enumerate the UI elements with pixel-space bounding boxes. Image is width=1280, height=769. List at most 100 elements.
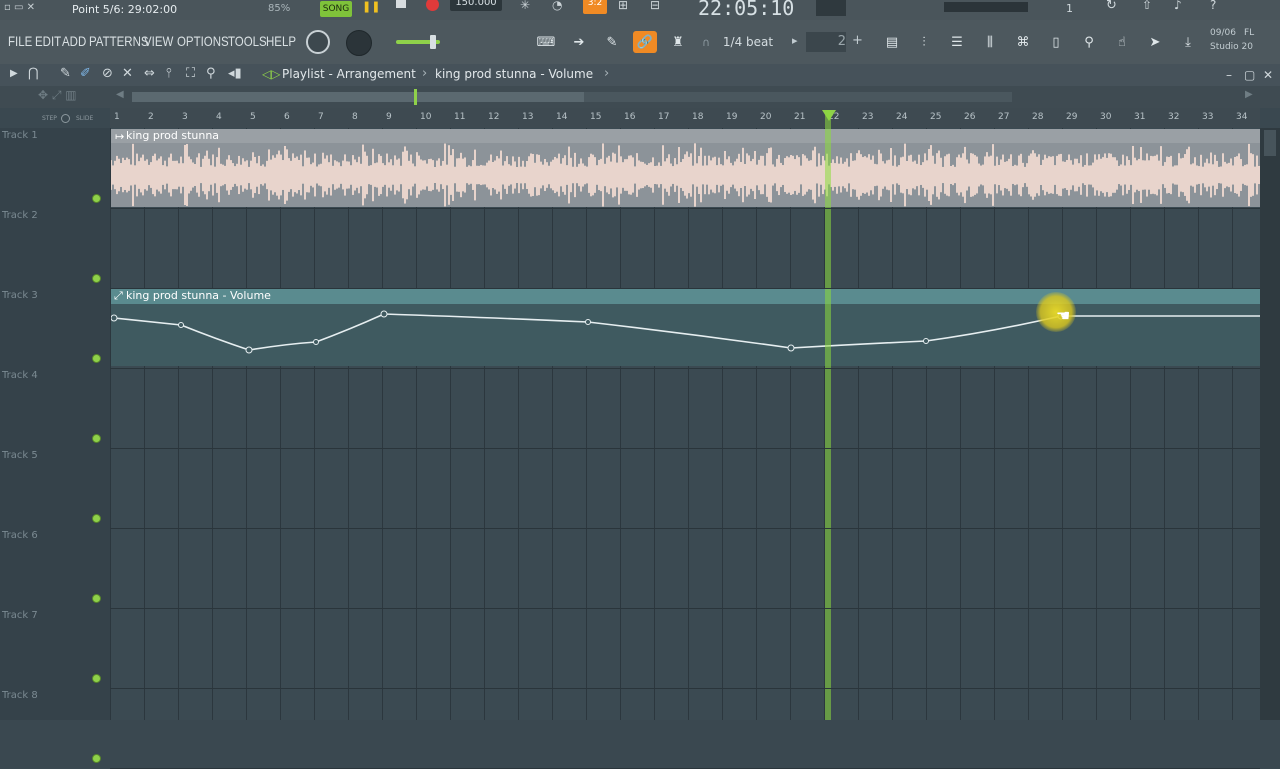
playlist-icon[interactable]: ▤ bbox=[880, 31, 904, 53]
arrangement-grid[interactable] bbox=[110, 128, 1260, 720]
automation-point[interactable] bbox=[787, 344, 795, 352]
menu-tools[interactable]: TOOLS bbox=[228, 33, 267, 49]
refresh-icon[interactable]: ↻ bbox=[1106, 0, 1117, 13]
loop-record-icon[interactable]: ⊟ bbox=[650, 0, 660, 12]
step-toggle[interactable] bbox=[61, 114, 70, 123]
automation-curve[interactable] bbox=[111, 304, 1260, 366]
up-arrow-icon[interactable]: ⇧ bbox=[1142, 0, 1152, 12]
pause-button[interactable]: ❚❚ bbox=[362, 0, 380, 13]
close-icon[interactable]: ✕ bbox=[1263, 68, 1273, 82]
speaker-icon[interactable]: ➤ bbox=[1143, 31, 1167, 53]
track-enable-dot[interactable] bbox=[92, 274, 101, 283]
zoom-tool-icon[interactable]: ⚲ bbox=[206, 66, 216, 81]
track-enable-dot[interactable] bbox=[92, 514, 101, 523]
help-icon[interactable]: ? bbox=[1210, 0, 1216, 12]
record-button[interactable] bbox=[426, 0, 439, 11]
menu-options[interactable]: OPTIONS bbox=[177, 33, 229, 49]
vertical-scrollbar[interactable] bbox=[1260, 128, 1280, 720]
breadcrumb-root[interactable]: Playlist - Arrangement bbox=[282, 67, 416, 81]
menu-patterns[interactable]: PATTERNS bbox=[89, 33, 149, 49]
download-icon[interactable]: ⤓ bbox=[1176, 31, 1200, 53]
breadcrumb-back-icon[interactable]: ◁▷ bbox=[262, 67, 280, 81]
scroll-right-button[interactable]: ▶ bbox=[1245, 89, 1253, 100]
track-label[interactable]: Track 8 bbox=[2, 690, 38, 701]
step-value-display[interactable]: 2 bbox=[806, 32, 846, 52]
mic-icon[interactable]: ♪ bbox=[1174, 0, 1182, 12]
automation-tension-point[interactable] bbox=[923, 338, 929, 344]
track-enable-dot[interactable] bbox=[92, 354, 101, 363]
automation-point[interactable] bbox=[245, 346, 253, 354]
browser-icon[interactable]: ⌘ bbox=[1011, 31, 1035, 53]
song-position-marker[interactable] bbox=[414, 89, 417, 105]
metronome-icon[interactable]: ✳ bbox=[520, 0, 530, 12]
pattern-number[interactable]: 1 bbox=[1066, 2, 1073, 15]
automation-tension-point[interactable] bbox=[313, 339, 319, 345]
mute-tool-icon[interactable]: ✕ bbox=[122, 66, 133, 81]
file-icon[interactable]: ▯ bbox=[1044, 31, 1068, 53]
mixer-icon[interactable]: ⫼ bbox=[978, 31, 1002, 53]
magnet-icon[interactable]: ⋂ bbox=[28, 66, 39, 81]
playback-tool-icon[interactable]: ◂▮ bbox=[228, 66, 242, 81]
draw-icon[interactable]: ✎ bbox=[600, 31, 624, 53]
slip-tool-icon[interactable]: ⇔ bbox=[144, 66, 155, 81]
menu-add[interactable]: ADD bbox=[62, 33, 86, 49]
master-pitch-knob[interactable] bbox=[346, 30, 372, 56]
track-label[interactable]: Track 7 bbox=[2, 610, 38, 621]
track-label[interactable]: Track 5 bbox=[2, 450, 38, 461]
minimize-icon[interactable]: – bbox=[1226, 68, 1232, 82]
track-enable-dot[interactable] bbox=[92, 194, 101, 203]
automation-point[interactable] bbox=[111, 314, 118, 322]
track-enable-dot[interactable] bbox=[92, 674, 101, 683]
track-label[interactable]: Track 6 bbox=[2, 530, 38, 541]
track-label[interactable]: Track 1 bbox=[2, 130, 38, 141]
menu-help[interactable]: HELP bbox=[266, 33, 296, 49]
menu-edit[interactable]: EDIT bbox=[35, 33, 61, 49]
paint-tool-icon[interactable]: ✐ bbox=[80, 66, 91, 81]
menu-view[interactable]: VIEW bbox=[144, 33, 173, 49]
track-enable-dot[interactable] bbox=[92, 434, 101, 443]
select-tool-icon[interactable]: ⛶ bbox=[186, 66, 195, 81]
touch-icon[interactable]: ☝ bbox=[1110, 31, 1134, 53]
automation-point[interactable] bbox=[380, 310, 388, 318]
timeline-ruler[interactable] bbox=[110, 108, 1260, 129]
snap-selector[interactable]: 1/4 beat bbox=[714, 32, 782, 52]
pencil-tool-icon[interactable]: ✎ bbox=[60, 66, 71, 81]
blend-notes-icon[interactable]: ⊞ bbox=[618, 0, 628, 12]
link-icon[interactable]: 🔗 bbox=[633, 31, 657, 53]
breadcrumb-item[interactable]: king prod stunna - Volume bbox=[435, 67, 593, 81]
scroll-left-button[interactable]: ◀ bbox=[116, 89, 124, 100]
step-next-button[interactable]: + bbox=[852, 33, 863, 48]
menu-file[interactable]: FILE bbox=[8, 33, 32, 49]
window-controls-icon[interactable]: ▫ ▭ ✕ bbox=[4, 2, 35, 13]
tempo-display[interactable]: 150.000 bbox=[450, 0, 502, 11]
master-slider-handle[interactable] bbox=[430, 35, 436, 49]
track-enable-dot[interactable] bbox=[92, 754, 101, 763]
track-label[interactable]: Track 2 bbox=[2, 210, 38, 221]
audio-clip-header[interactable] bbox=[111, 129, 1260, 143]
countdown-button[interactable]: 3:2 bbox=[583, 0, 607, 14]
delete-tool-icon[interactable]: ⊘ bbox=[102, 66, 113, 81]
track-label[interactable]: Track 3 bbox=[2, 290, 38, 301]
horizontal-scroll-thumb[interactable] bbox=[132, 92, 584, 102]
zoom-handle-icon[interactable]: ✥ ⤢ ▥ bbox=[38, 88, 77, 103]
master-volume-knob[interactable] bbox=[306, 30, 330, 54]
maximize-icon[interactable]: ▢ bbox=[1244, 68, 1255, 82]
wait-input-icon[interactable]: ◔ bbox=[552, 0, 562, 12]
stop-button[interactable] bbox=[396, 0, 406, 8]
step-prev-button[interactable]: ▸ bbox=[792, 34, 798, 47]
automation-clip-header[interactable] bbox=[111, 288, 1260, 304]
automation-tension-point[interactable] bbox=[178, 322, 184, 328]
automation-tension-point[interactable] bbox=[585, 319, 591, 325]
slice-tool-icon[interactable]: ⫯ bbox=[166, 66, 172, 81]
song-mode-button[interactable]: SONG bbox=[320, 1, 352, 17]
playlist-menu-arrow-icon[interactable]: ▶ bbox=[10, 68, 18, 79]
vertical-scroll-thumb[interactable] bbox=[1264, 130, 1276, 156]
channel-rack-icon[interactable]: ☰ bbox=[945, 31, 969, 53]
track-label[interactable]: Track 4 bbox=[2, 370, 38, 381]
step-edit-icon[interactable]: ➔ bbox=[567, 31, 591, 53]
piano-roll-icon[interactable]: ⫶ bbox=[912, 31, 936, 53]
stamp-icon[interactable]: ♜ bbox=[666, 31, 690, 53]
plugin-icon[interactable]: ⚲ bbox=[1077, 31, 1101, 53]
typing-keyboard-icon[interactable]: ⌨ bbox=[534, 31, 558, 53]
track-enable-dot[interactable] bbox=[92, 594, 101, 603]
